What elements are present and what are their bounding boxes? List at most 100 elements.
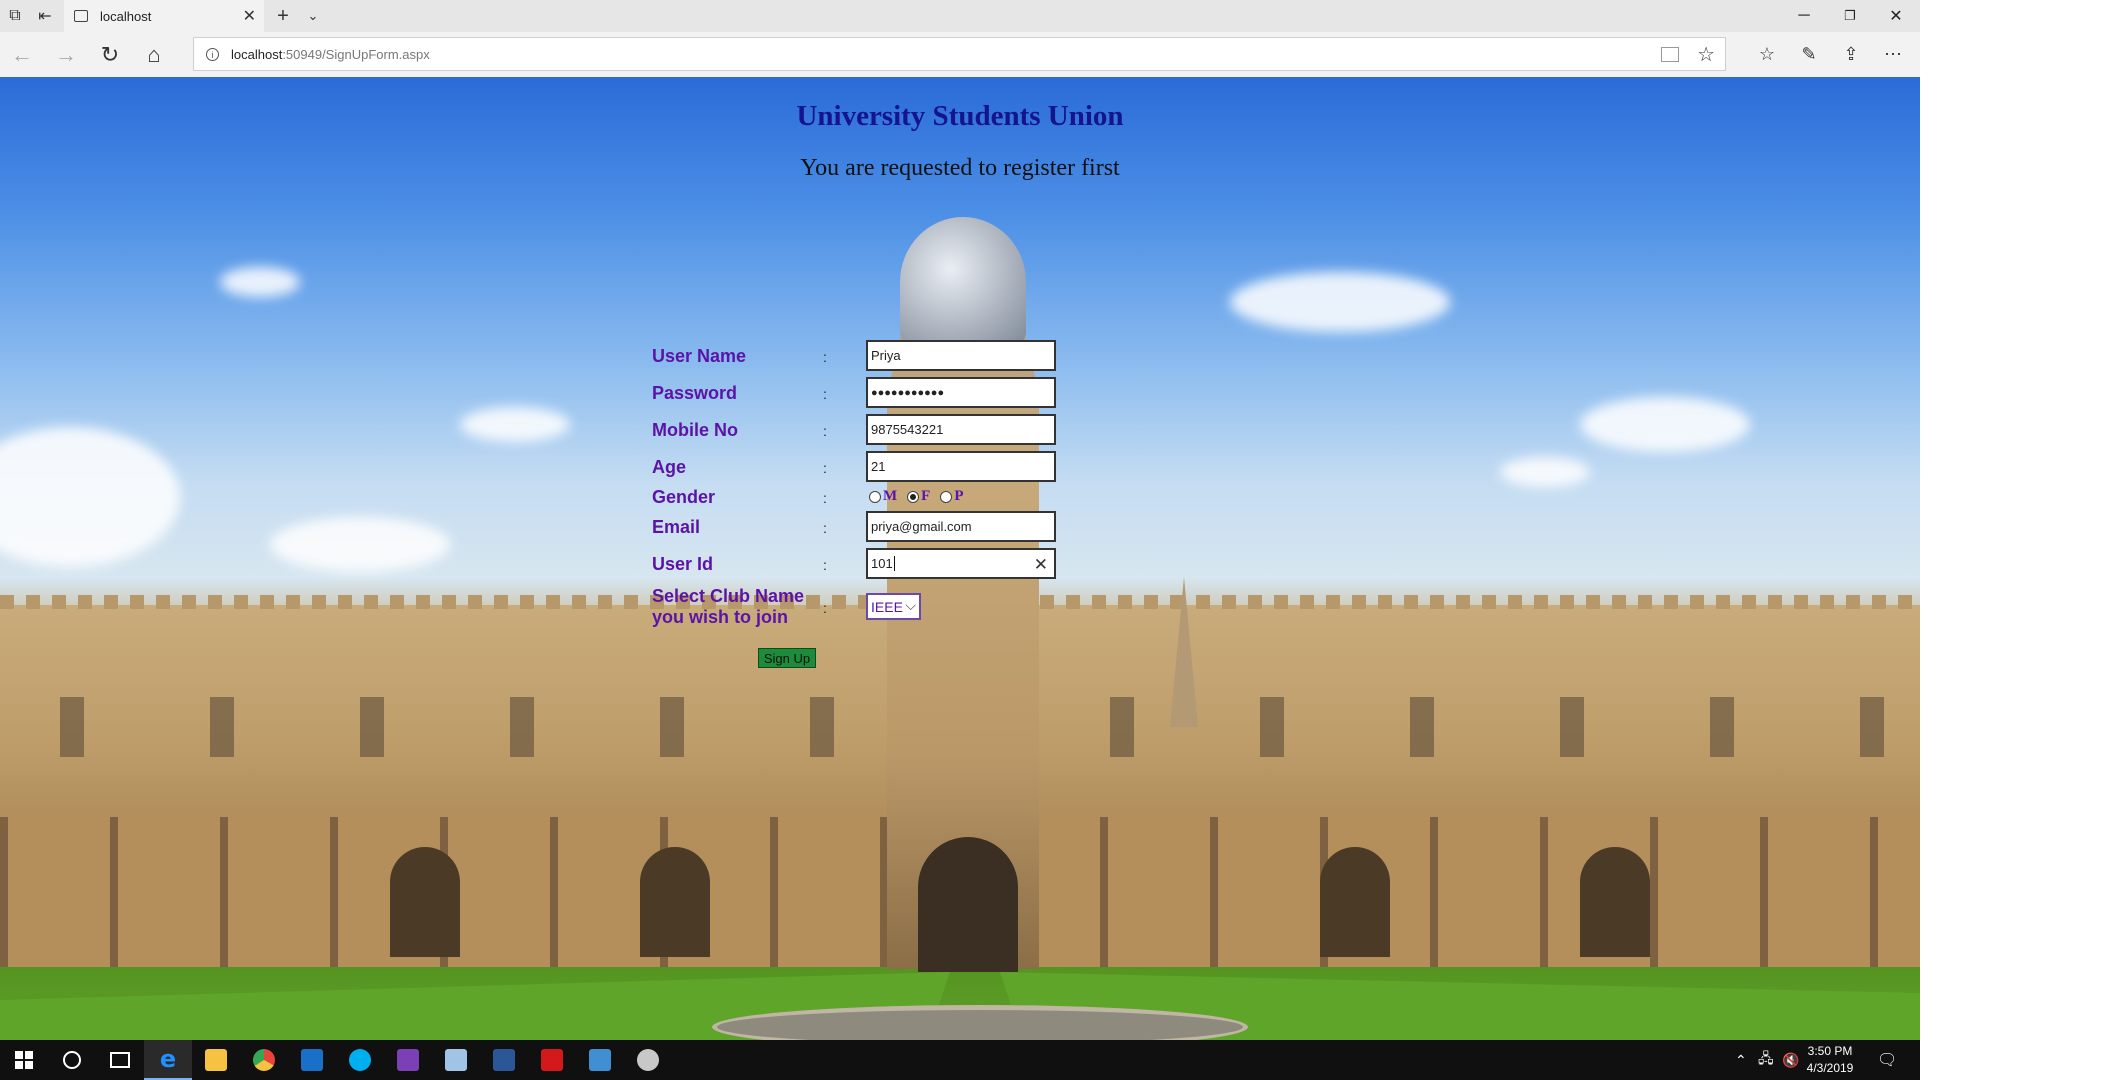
userid-input[interactable]: 101 ✕ [866, 548, 1056, 579]
edge-taskbar-icon[interactable]: e [144, 1040, 192, 1080]
clear-input-icon[interactable]: ✕ [1034, 555, 1048, 575]
club-select[interactable]: IEEE ⌵ [866, 593, 921, 620]
userid-label: User Id [652, 554, 714, 574]
colon: : [823, 490, 827, 506]
cloud [270, 517, 450, 572]
arch [640, 847, 710, 957]
set-aside-tabs-icon[interactable]: ⇤ [30, 0, 60, 32]
share-icon[interactable]: ⇪ [1829, 32, 1873, 77]
arch [1320, 847, 1390, 957]
page-title: University Students Union [796, 100, 1124, 132]
back-icon[interactable]: ← [0, 32, 44, 77]
tab-title: localhost [100, 8, 152, 24]
word-icon[interactable] [480, 1040, 528, 1080]
visual-studio-icon[interactable] [384, 1040, 432, 1080]
password-input[interactable]: ●●●●●●●●●●● [866, 377, 1056, 408]
cortana-search-icon[interactable] [48, 1040, 96, 1080]
tab-bar: ⧉ ⇤ localhost ✕ + ⌄ ─ ❐ ✕ [0, 0, 1920, 32]
age-input[interactable]: 21 [866, 451, 1056, 482]
email-input[interactable]: priya@gmail.com [866, 511, 1056, 542]
windows-start-icon[interactable] [0, 1040, 48, 1080]
mobile-label: Mobile No [652, 420, 738, 440]
age-value: 21 [871, 459, 886, 474]
task-view-icon[interactable] [96, 1040, 144, 1080]
url-field[interactable]: i localhost:50949/SignUpForm.aspx ☆ [193, 37, 1726, 71]
colon: : [823, 460, 827, 476]
cloud [1230, 272, 1450, 332]
gender-radio-group: M F P [869, 488, 974, 505]
paint-app-icon[interactable] [624, 1040, 672, 1080]
mobile-value: 9875543221 [871, 422, 944, 437]
tower-gate [918, 837, 1018, 972]
reading-view-icon[interactable] [1661, 47, 1679, 62]
gender-radio-f[interactable] [907, 490, 920, 503]
file-explorer-icon[interactable] [192, 1040, 240, 1080]
tower-dome [900, 217, 1026, 347]
username-value: Priya [871, 348, 901, 363]
email-value: priya@gmail.com [871, 519, 972, 534]
web-note-pen-icon[interactable]: ✎ [1787, 32, 1831, 77]
address-bar: ← → ↻ ⌂ i localhost:50949/SignUpForm.asp… [0, 32, 1920, 78]
gender-radio-m[interactable] [869, 490, 881, 503]
colon: : [823, 557, 827, 573]
home-icon[interactable]: ⌂ [132, 32, 176, 77]
browser-tab[interactable]: localhost ✕ [64, 0, 264, 32]
favorites-hub-icon[interactable]: ☆ [1745, 32, 1789, 77]
username-input[interactable]: Priya [866, 340, 1056, 371]
new-tab-icon[interactable]: + [268, 0, 298, 32]
action-center-icon[interactable]: 🗨 [1877, 1040, 1897, 1080]
arch [390, 847, 460, 957]
outlook-icon[interactable] [288, 1040, 336, 1080]
minimize-icon[interactable]: ─ [1781, 0, 1827, 32]
screen: ⧉ ⇤ localhost ✕ + ⌄ ─ ❐ ✕ ← → ↻ ⌂ i loca… [0, 0, 1920, 1080]
colon: : [823, 600, 827, 616]
paper-app-icon[interactable] [432, 1040, 480, 1080]
clock-date: 4/3/2019 [1806, 1061, 1854, 1075]
gender-radio-p[interactable] [940, 490, 953, 503]
refresh-icon[interactable]: ↻ [88, 32, 132, 77]
acrobat-icon[interactable] [528, 1040, 576, 1080]
monitor-app-icon[interactable] [576, 1040, 624, 1080]
colon: : [823, 423, 827, 439]
forward-icon[interactable]: → [44, 32, 88, 77]
clock-time: 3:50 PM [1807, 1044, 1853, 1058]
cloud [1580, 397, 1750, 452]
page-icon [74, 10, 88, 22]
more-menu-icon[interactable]: ⋯ [1871, 32, 1915, 77]
cloud [1500, 457, 1590, 487]
gender-option-label: P [954, 488, 964, 504]
colon: : [823, 520, 827, 536]
taskbar: e ⌃ 🖧 🔇 3:50 PM 4/3/2019 🗨 [0, 1040, 1920, 1080]
cloud [460, 407, 570, 442]
sign-up-button[interactable]: Sign Up [758, 648, 816, 668]
favorite-star-icon[interactable]: ☆ [1697, 42, 1715, 67]
close-tab-icon[interactable]: ✕ [243, 6, 256, 26]
chevron-down-icon: ⌵ [905, 597, 916, 613]
close-window-icon[interactable]: ✕ [1873, 0, 1919, 32]
restore-icon[interactable]: ❐ [1827, 0, 1873, 32]
spire [1170, 577, 1198, 727]
mobile-input[interactable]: 9875543221 [866, 414, 1056, 445]
gender-option-label: M [883, 488, 898, 504]
colon: : [823, 349, 827, 365]
gender-label: Gender [652, 487, 716, 507]
show-hidden-icons-icon[interactable]: ⌃ [1735, 1040, 1747, 1080]
chrome-icon[interactable] [240, 1040, 288, 1080]
network-icon[interactable]: 🖧 [1758, 1040, 1774, 1080]
tab-actions-icon[interactable]: ⧉ [0, 0, 30, 32]
club-selected-value: IEEE [871, 598, 903, 615]
username-label: User Name [652, 346, 747, 366]
club-label-line1: Select Club Name [652, 586, 805, 606]
cloud [220, 267, 300, 297]
club-label: Select Club Name you wish to join [652, 586, 804, 628]
skype-icon[interactable] [336, 1040, 384, 1080]
cloud [0, 427, 180, 567]
gender-option-label: F [921, 488, 931, 504]
tab-preview-chevron-icon[interactable]: ⌄ [298, 0, 328, 32]
system-clock[interactable]: 3:50 PM 4/3/2019 [1795, 1043, 1865, 1077]
text-cursor [893, 556, 895, 571]
password-value: ●●●●●●●●●●● [871, 386, 945, 399]
site-info-icon[interactable]: i [206, 47, 219, 61]
colon: : [823, 386, 827, 402]
userid-value: 101 [871, 556, 893, 571]
